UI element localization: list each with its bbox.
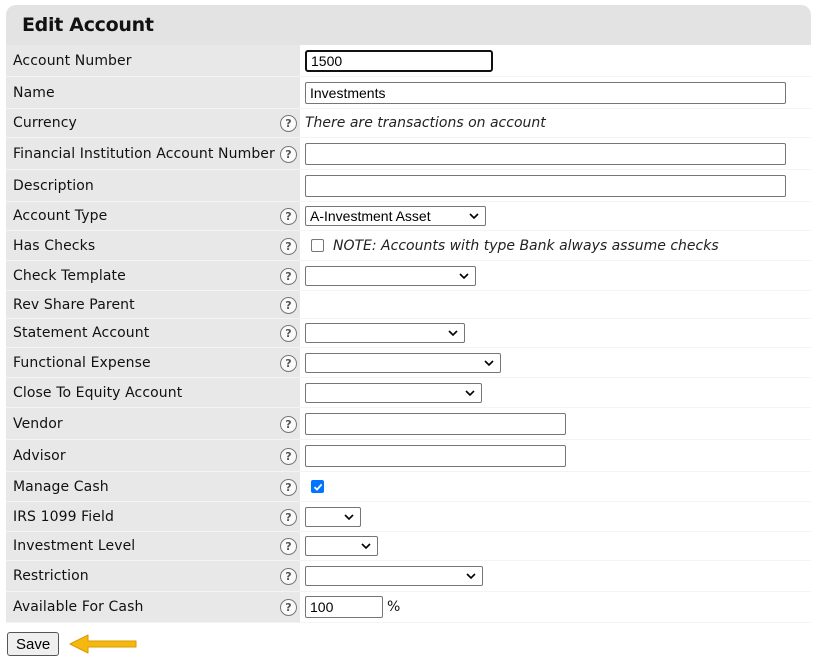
manage-cash-checkbox[interactable]	[311, 480, 324, 493]
chevron-down-icon	[466, 573, 476, 580]
label-close-to-equity: Close To Equity Account	[13, 384, 183, 401]
help-icon[interactable]: ?	[280, 296, 297, 314]
row-restriction: Restriction?	[6, 561, 811, 592]
chevron-down-icon	[465, 389, 475, 396]
chevron-down-icon	[448, 330, 458, 337]
help-icon[interactable]: ?	[280, 208, 297, 225]
row-irs-1099: IRS 1099 Field?	[6, 502, 811, 532]
label-description: Description	[13, 177, 94, 194]
account-number-input[interactable]	[305, 49, 493, 72]
row-has-checks: Has Checks? NOTE: Accounts with type Ban…	[6, 231, 811, 261]
label-has-checks: Has Checks	[13, 237, 96, 254]
label-statement-account: Statement Account	[13, 325, 150, 341]
row-manage-cash: Manage Cash?	[6, 472, 811, 502]
help-icon[interactable]: ?	[280, 237, 297, 255]
row-fin-inst: Financial Institution Account Number?	[6, 138, 811, 170]
has-checks-note: NOTE: Accounts with type Bank always ass…	[333, 237, 719, 254]
page-title: Edit Account	[22, 14, 154, 36]
help-icon[interactable]: ?	[280, 267, 297, 285]
help-icon[interactable]: ?	[280, 325, 297, 342]
row-statement-account: Statement Account?	[6, 319, 811, 348]
chevron-down-icon	[469, 213, 479, 220]
currency-note: There are transactions on account	[305, 115, 546, 131]
help-icon[interactable]: ?	[280, 478, 297, 496]
row-name: Name	[6, 77, 811, 109]
label-check-template: Check Template	[13, 267, 126, 284]
label-manage-cash: Manage Cash	[13, 478, 109, 495]
chevron-down-icon	[484, 359, 494, 366]
investment-level-select[interactable]	[305, 536, 378, 556]
row-available-for-cash: Available For Cash? %	[6, 592, 811, 623]
has-checks-checkbox[interactable]	[311, 239, 324, 252]
checkmark-icon	[313, 483, 322, 491]
row-account-type: Account Type? A-Investment Asset	[6, 202, 811, 231]
label-investment-level: Investment Level	[13, 538, 136, 554]
help-icon[interactable]: ?	[280, 447, 297, 465]
account-type-select[interactable]: A-Investment Asset	[305, 206, 486, 226]
help-icon[interactable]: ?	[280, 145, 297, 163]
label-currency: Currency	[13, 115, 77, 131]
row-vendor: Vendor?	[6, 408, 811, 440]
label-advisor: Advisor	[13, 447, 66, 464]
row-currency: Currency? There are transactions on acco…	[6, 109, 811, 138]
row-functional-expense: Functional Expense?	[6, 348, 811, 378]
label-vendor: Vendor	[13, 415, 63, 432]
row-check-template: Check Template?	[6, 261, 811, 291]
description-input[interactable]	[305, 174, 786, 197]
irs-1099-select[interactable]	[305, 506, 361, 527]
available-for-cash-input[interactable]	[305, 596, 383, 618]
label-account-type: Account Type	[13, 208, 108, 224]
label-irs-1099: IRS 1099 Field	[13, 508, 114, 525]
row-close-to-equity: Close To Equity Account	[6, 378, 811, 408]
chevron-down-icon	[361, 543, 371, 550]
restriction-select[interactable]	[305, 566, 483, 586]
functional-expense-select[interactable]	[305, 352, 501, 373]
help-icon[interactable]: ?	[280, 568, 297, 585]
label-available-for-cash: Available For Cash	[13, 599, 144, 615]
label-fin-inst: Financial Institution Account Number	[13, 145, 275, 162]
help-icon[interactable]: ?	[280, 354, 297, 372]
row-rev-share-parent: Rev Share Parent?	[6, 291, 811, 319]
close-to-equity-select[interactable]	[305, 382, 482, 403]
arrow-pointer-icon	[69, 634, 137, 654]
save-button[interactable]: Save	[7, 632, 60, 656]
fin-inst-account-input[interactable]	[305, 142, 786, 165]
help-icon[interactable]: ?	[280, 415, 297, 433]
name-input[interactable]	[305, 81, 786, 104]
help-icon[interactable]: ?	[280, 538, 297, 555]
chevron-down-icon	[344, 513, 354, 520]
row-advisor: Advisor?	[6, 440, 811, 472]
percent-unit: %	[387, 599, 401, 615]
chevron-down-icon	[459, 272, 469, 279]
label-name: Name	[13, 84, 55, 101]
row-investment-level: Investment Level?	[6, 532, 811, 561]
label-functional-expense: Functional Expense	[13, 354, 151, 371]
vendor-input[interactable]	[305, 412, 566, 435]
edit-account-panel: Edit Account Account Number Name Currenc…	[6, 5, 811, 623]
check-template-select[interactable]	[305, 265, 476, 286]
label-rev-share-parent: Rev Share Parent	[13, 296, 135, 313]
panel-header: Edit Account	[6, 5, 811, 45]
label-restriction: Restriction	[13, 568, 89, 584]
row-account-number: Account Number	[6, 45, 811, 77]
help-icon[interactable]: ?	[280, 599, 297, 616]
advisor-input[interactable]	[305, 444, 566, 467]
help-icon[interactable]: ?	[280, 508, 297, 526]
help-icon[interactable]: ?	[280, 115, 297, 132]
label-account-number: Account Number	[6, 45, 300, 76]
statement-account-select[interactable]	[305, 323, 465, 343]
row-description: Description	[6, 170, 811, 202]
